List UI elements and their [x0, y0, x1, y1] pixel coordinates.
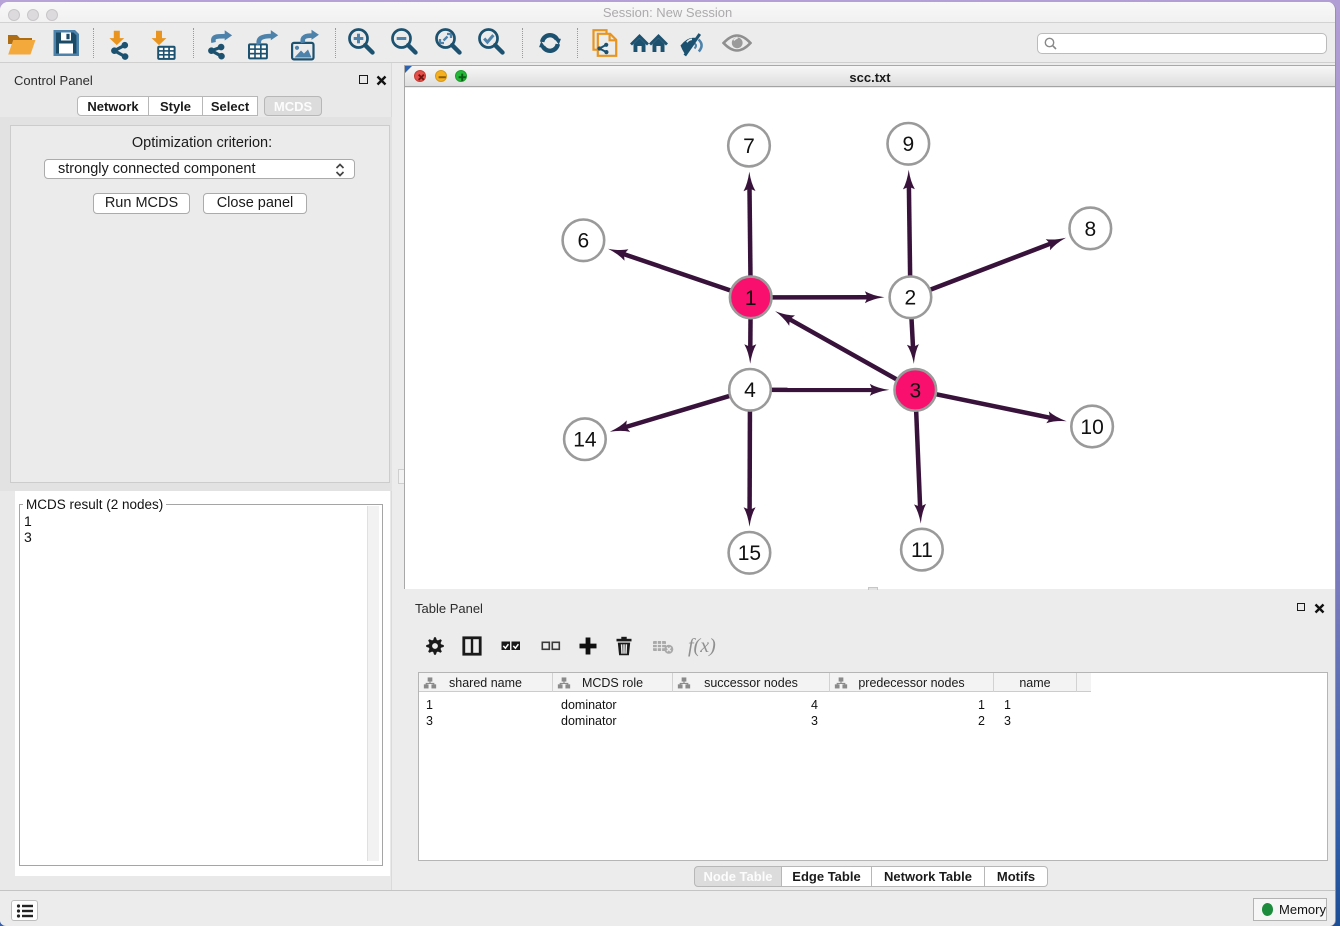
svg-text:14: 14 [573, 429, 597, 452]
svg-text:10: 10 [1080, 416, 1103, 439]
svg-text:15: 15 [738, 542, 761, 565]
svg-text:3: 3 [909, 379, 921, 402]
svg-text:7: 7 [743, 135, 755, 158]
svg-text:9: 9 [902, 133, 914, 156]
svg-text:8: 8 [1084, 218, 1096, 241]
svg-text:2: 2 [905, 287, 917, 310]
svg-text:6: 6 [578, 230, 590, 253]
svg-text:1: 1 [745, 287, 757, 310]
svg-text:4: 4 [744, 379, 756, 402]
svg-text:11: 11 [911, 539, 933, 562]
